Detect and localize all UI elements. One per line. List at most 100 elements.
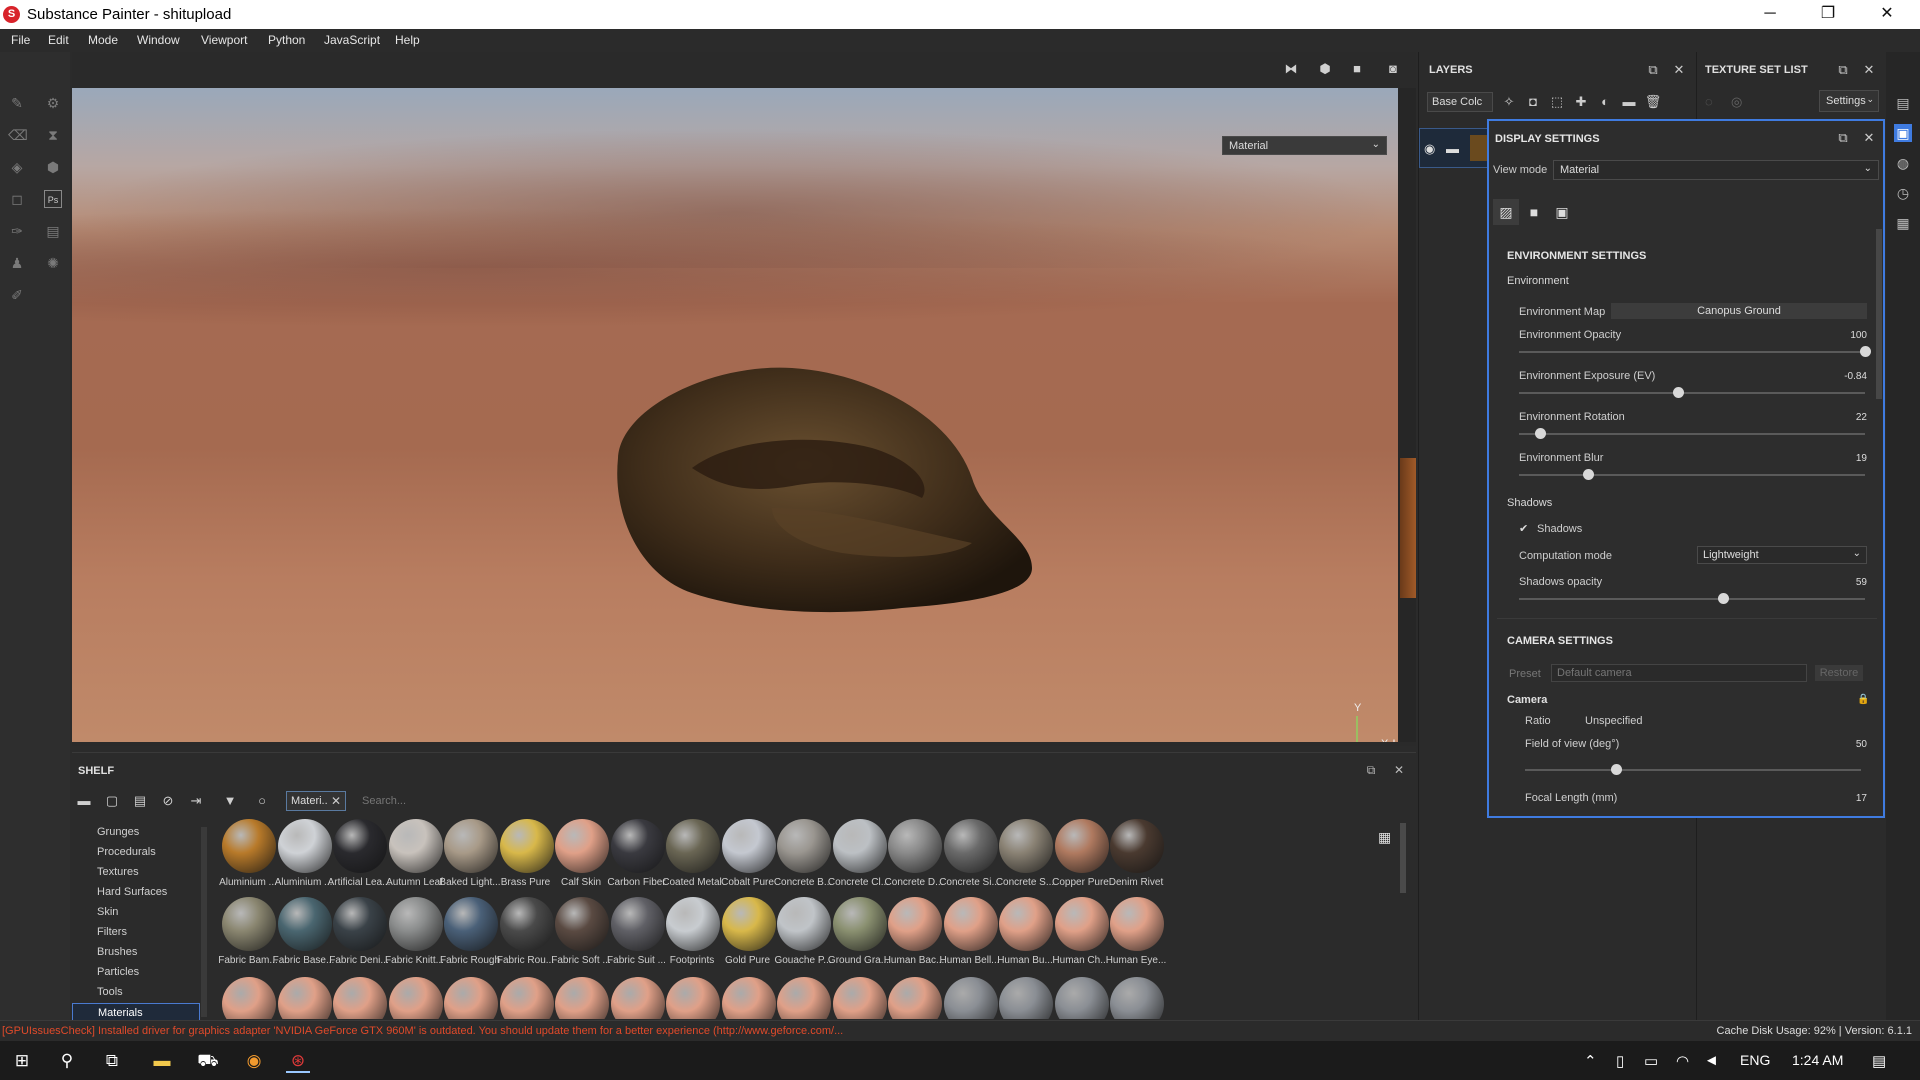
- symmetry-icon[interactable]: ⧓: [1282, 60, 1300, 78]
- photoshop-export-icon[interactable]: Ps: [44, 190, 62, 208]
- material-preview-sphere[interactable]: [999, 977, 1053, 1019]
- brush-settings-icon[interactable]: ⚙: [44, 94, 62, 112]
- camera-tab-icon[interactable]: ■: [1521, 199, 1547, 225]
- material-preview-sphere[interactable]: [499, 977, 554, 1019]
- notification-icon[interactable]: ▤: [1872, 1052, 1886, 1070]
- material-preview-sphere[interactable]: [721, 977, 776, 1019]
- environment-rotation-value[interactable]: 22: [1856, 412, 1867, 423]
- category-grunges[interactable]: Grunges: [72, 823, 200, 841]
- material-thumbnail[interactable]: Denim Rivet: [1102, 819, 1170, 897]
- float-panel-icon[interactable]: ⧉: [1364, 763, 1378, 777]
- eye-visibility-icon[interactable]: ◉: [1424, 141, 1435, 157]
- category-skin[interactable]: Skin: [72, 903, 200, 921]
- menu-python[interactable]: Python: [268, 33, 305, 47]
- menu-mode[interactable]: Mode: [88, 33, 118, 47]
- add-paint-layer-icon[interactable]: ✚: [1571, 92, 1591, 112]
- close-panel-icon[interactable]: ✕: [1861, 62, 1877, 78]
- menu-viewport[interactable]: Viewport: [201, 33, 247, 47]
- log-icon[interactable]: ▦: [1894, 214, 1912, 232]
- menu-javascript[interactable]: JavaScript: [324, 33, 380, 47]
- eye-icon[interactable]: ◎: [1731, 94, 1742, 110]
- field-of-view-value[interactable]: 50: [1856, 739, 1867, 750]
- windows-start-icon[interactable]: ⊞: [10, 1049, 34, 1073]
- view-mode-select[interactable]: Material ⌄: [1553, 160, 1879, 180]
- camera-icon[interactable]: ■: [1348, 60, 1366, 78]
- volume-icon[interactable]: ◄: [1704, 1052, 1719, 1069]
- close-window-button[interactable]: ✕: [1858, 0, 1916, 29]
- material-thumbnail[interactable]: Human Eye...: [1102, 897, 1170, 975]
- environment-opacity-slider[interactable]: [1519, 346, 1871, 357]
- slider-handle[interactable]: [1860, 346, 1871, 357]
- lock-icon[interactable]: 🔒: [1857, 694, 1869, 705]
- shelf-filter-tag[interactable]: Materi.. ✕: [286, 791, 346, 811]
- material-preview-sphere[interactable]: [1110, 977, 1164, 1019]
- ratio-value[interactable]: Unspecified: [1585, 715, 1642, 727]
- substance-painter-taskbar-icon[interactable]: ⊛: [286, 1049, 310, 1073]
- environment-blur-value[interactable]: 19: [1856, 453, 1867, 464]
- filter-icon[interactable]: ▼: [220, 791, 240, 811]
- material-preview-sphere[interactable]: [222, 977, 276, 1019]
- material-preview-sphere[interactable]: [277, 977, 332, 1019]
- file-explorer-icon[interactable]: ▬: [150, 1049, 174, 1073]
- add-effect-icon[interactable]: ✧: [1499, 92, 1519, 112]
- category-tools[interactable]: Tools: [72, 983, 200, 1001]
- category-scrollbar[interactable]: [201, 827, 207, 1017]
- material-preview-sphere[interactable]: [610, 977, 665, 1019]
- smudge-icon[interactable]: ◻: [8, 190, 26, 208]
- search-icon[interactable]: ⚲: [55, 1049, 79, 1073]
- camera-preset-input[interactable]: [1551, 664, 1807, 682]
- 3d-view-canvas[interactable]: Material ⌄ Y X Z -U: [72, 88, 1398, 742]
- rock-mesh-model[interactable]: [72, 88, 1398, 742]
- menu-file[interactable]: File: [11, 33, 30, 47]
- plugin-icon[interactable]: ✺: [44, 254, 62, 272]
- bake-icon[interactable]: ⬢: [44, 158, 62, 176]
- shadows-opacity-value[interactable]: 59: [1856, 577, 1867, 588]
- category-textures[interactable]: Textures: [72, 863, 200, 881]
- slider-handle[interactable]: [1718, 593, 1730, 604]
- viewport[interactable]: ⧓ ⬢ ■ ◙ Material ⌄ Y: [72, 52, 1416, 746]
- slider-handle[interactable]: [1534, 428, 1546, 439]
- environment-opacity-value[interactable]: 100: [1850, 330, 1867, 341]
- category-materials[interactable]: Materials: [72, 1003, 200, 1021]
- hide-icon[interactable]: ⊘: [158, 791, 178, 811]
- language-indicator[interactable]: ENG: [1740, 1052, 1770, 1068]
- material-preview-sphere[interactable]: [777, 977, 831, 1019]
- minimize-button[interactable]: ─: [1741, 0, 1799, 29]
- focal-length-value[interactable]: 17: [1856, 793, 1867, 804]
- material-preview-sphere[interactable]: [444, 977, 498, 1019]
- material-preview-sphere[interactable]: [388, 977, 443, 1019]
- add-mask-icon[interactable]: ◘: [1523, 92, 1543, 112]
- close-panel-icon[interactable]: ✕: [1392, 763, 1406, 777]
- shadows-opacity-slider[interactable]: [1519, 593, 1865, 604]
- history-icon[interactable]: ◷: [1894, 184, 1912, 202]
- restore-button[interactable]: Restore: [1815, 665, 1863, 681]
- slider-handle[interactable]: [1673, 387, 1685, 398]
- texture-set-settings-icon[interactable]: ▤: [1894, 94, 1912, 112]
- slider-handle[interactable]: [1583, 469, 1595, 480]
- new-resource-icon[interactable]: ▢: [102, 791, 122, 811]
- add-smart-mask-icon[interactable]: ◐: [1595, 92, 1615, 112]
- layer-row[interactable]: ◉ ▬: [1419, 128, 1493, 168]
- close-panel-icon[interactable]: ✕: [1671, 62, 1687, 78]
- tray-device-icon[interactable]: ▯: [1616, 1052, 1624, 1070]
- projection-icon[interactable]: ⧗: [44, 126, 62, 144]
- display-settings-icon[interactable]: ▣: [1894, 124, 1912, 142]
- material-preview-sphere[interactable]: [555, 977, 609, 1019]
- environment-blur-slider[interactable]: [1519, 469, 1865, 480]
- shadows-checkbox-label[interactable]: Shadows: [1537, 523, 1582, 535]
- material-preview-sphere[interactable]: [832, 977, 887, 1019]
- wifi-icon[interactable]: ◠: [1676, 1052, 1689, 1070]
- clone-icon[interactable]: ✑: [8, 222, 26, 240]
- material-preview-sphere[interactable]: [666, 977, 720, 1019]
- menu-edit[interactable]: Edit: [48, 33, 69, 47]
- category-procedurals[interactable]: Procedurals: [72, 843, 200, 861]
- polygon-fill-icon[interactable]: ◈: [8, 158, 26, 176]
- environment-exposure-value[interactable]: -0.84: [1844, 371, 1867, 382]
- blender-icon[interactable]: ◉: [242, 1049, 266, 1073]
- material-grid-scrollbar[interactable]: [1400, 823, 1406, 893]
- float-panel-icon[interactable]: ⧉: [1835, 130, 1851, 146]
- grid-view-icon[interactable]: ▦: [1378, 829, 1392, 845]
- folder-icon[interactable]: ▬: [74, 791, 94, 811]
- category-particles[interactable]: Particles: [72, 963, 200, 981]
- shader-settings-icon[interactable]: ◍: [1894, 154, 1912, 172]
